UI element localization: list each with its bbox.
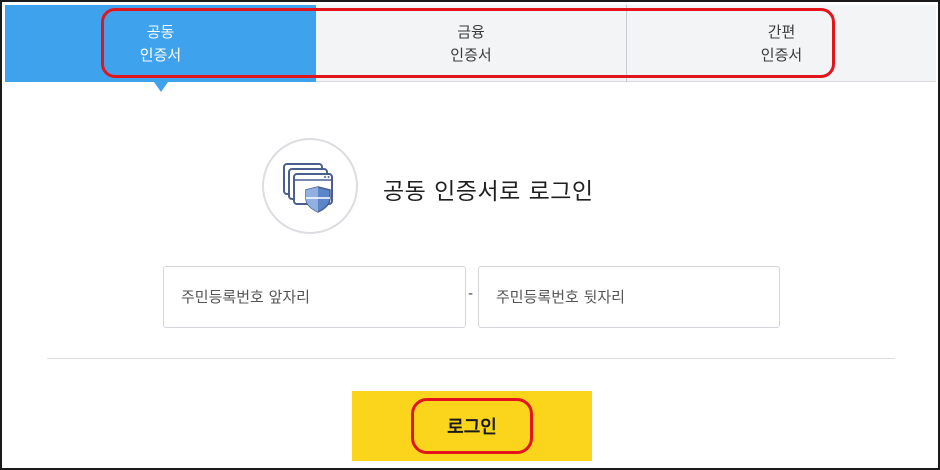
login-button[interactable]: 로그인 <box>352 391 592 461</box>
rrn-separator: - <box>468 286 474 302</box>
tab-label-line2: 인증서 <box>760 45 803 64</box>
certificate-shield-icon-graphic <box>283 163 333 213</box>
tab-label-line1: 금융 <box>457 22 485 41</box>
tab-label-line2: 인증서 <box>139 45 182 64</box>
tab-simple-certificate[interactable]: 간편 인증서 <box>627 5 936 82</box>
cert-type-tabs: 공동 인증서 금융 인증서 간편 인증서 <box>5 5 936 92</box>
login-panel: 공동 인증서 금융 인증서 간편 인증서 공동 인증서로 로그인 - <box>0 0 940 470</box>
tab-label-line1: 공동 <box>146 22 175 41</box>
tab-label-line2: 인증서 <box>450 45 492 64</box>
section-divider <box>47 358 895 359</box>
certificate-shield-icon <box>262 138 358 234</box>
rrn-back-input[interactable] <box>478 266 780 328</box>
rrn-front-input[interactable] <box>163 266 466 328</box>
tab-joint-certificate[interactable]: 공동 인증서 <box>5 5 316 92</box>
page-title: 공동 인증서로 로그인 <box>383 179 594 205</box>
active-tab-pointer <box>154 82 168 92</box>
tab-financial-certificate[interactable]: 금융 인증서 <box>316 5 627 82</box>
tab-label-line1: 간편 <box>767 22 796 41</box>
